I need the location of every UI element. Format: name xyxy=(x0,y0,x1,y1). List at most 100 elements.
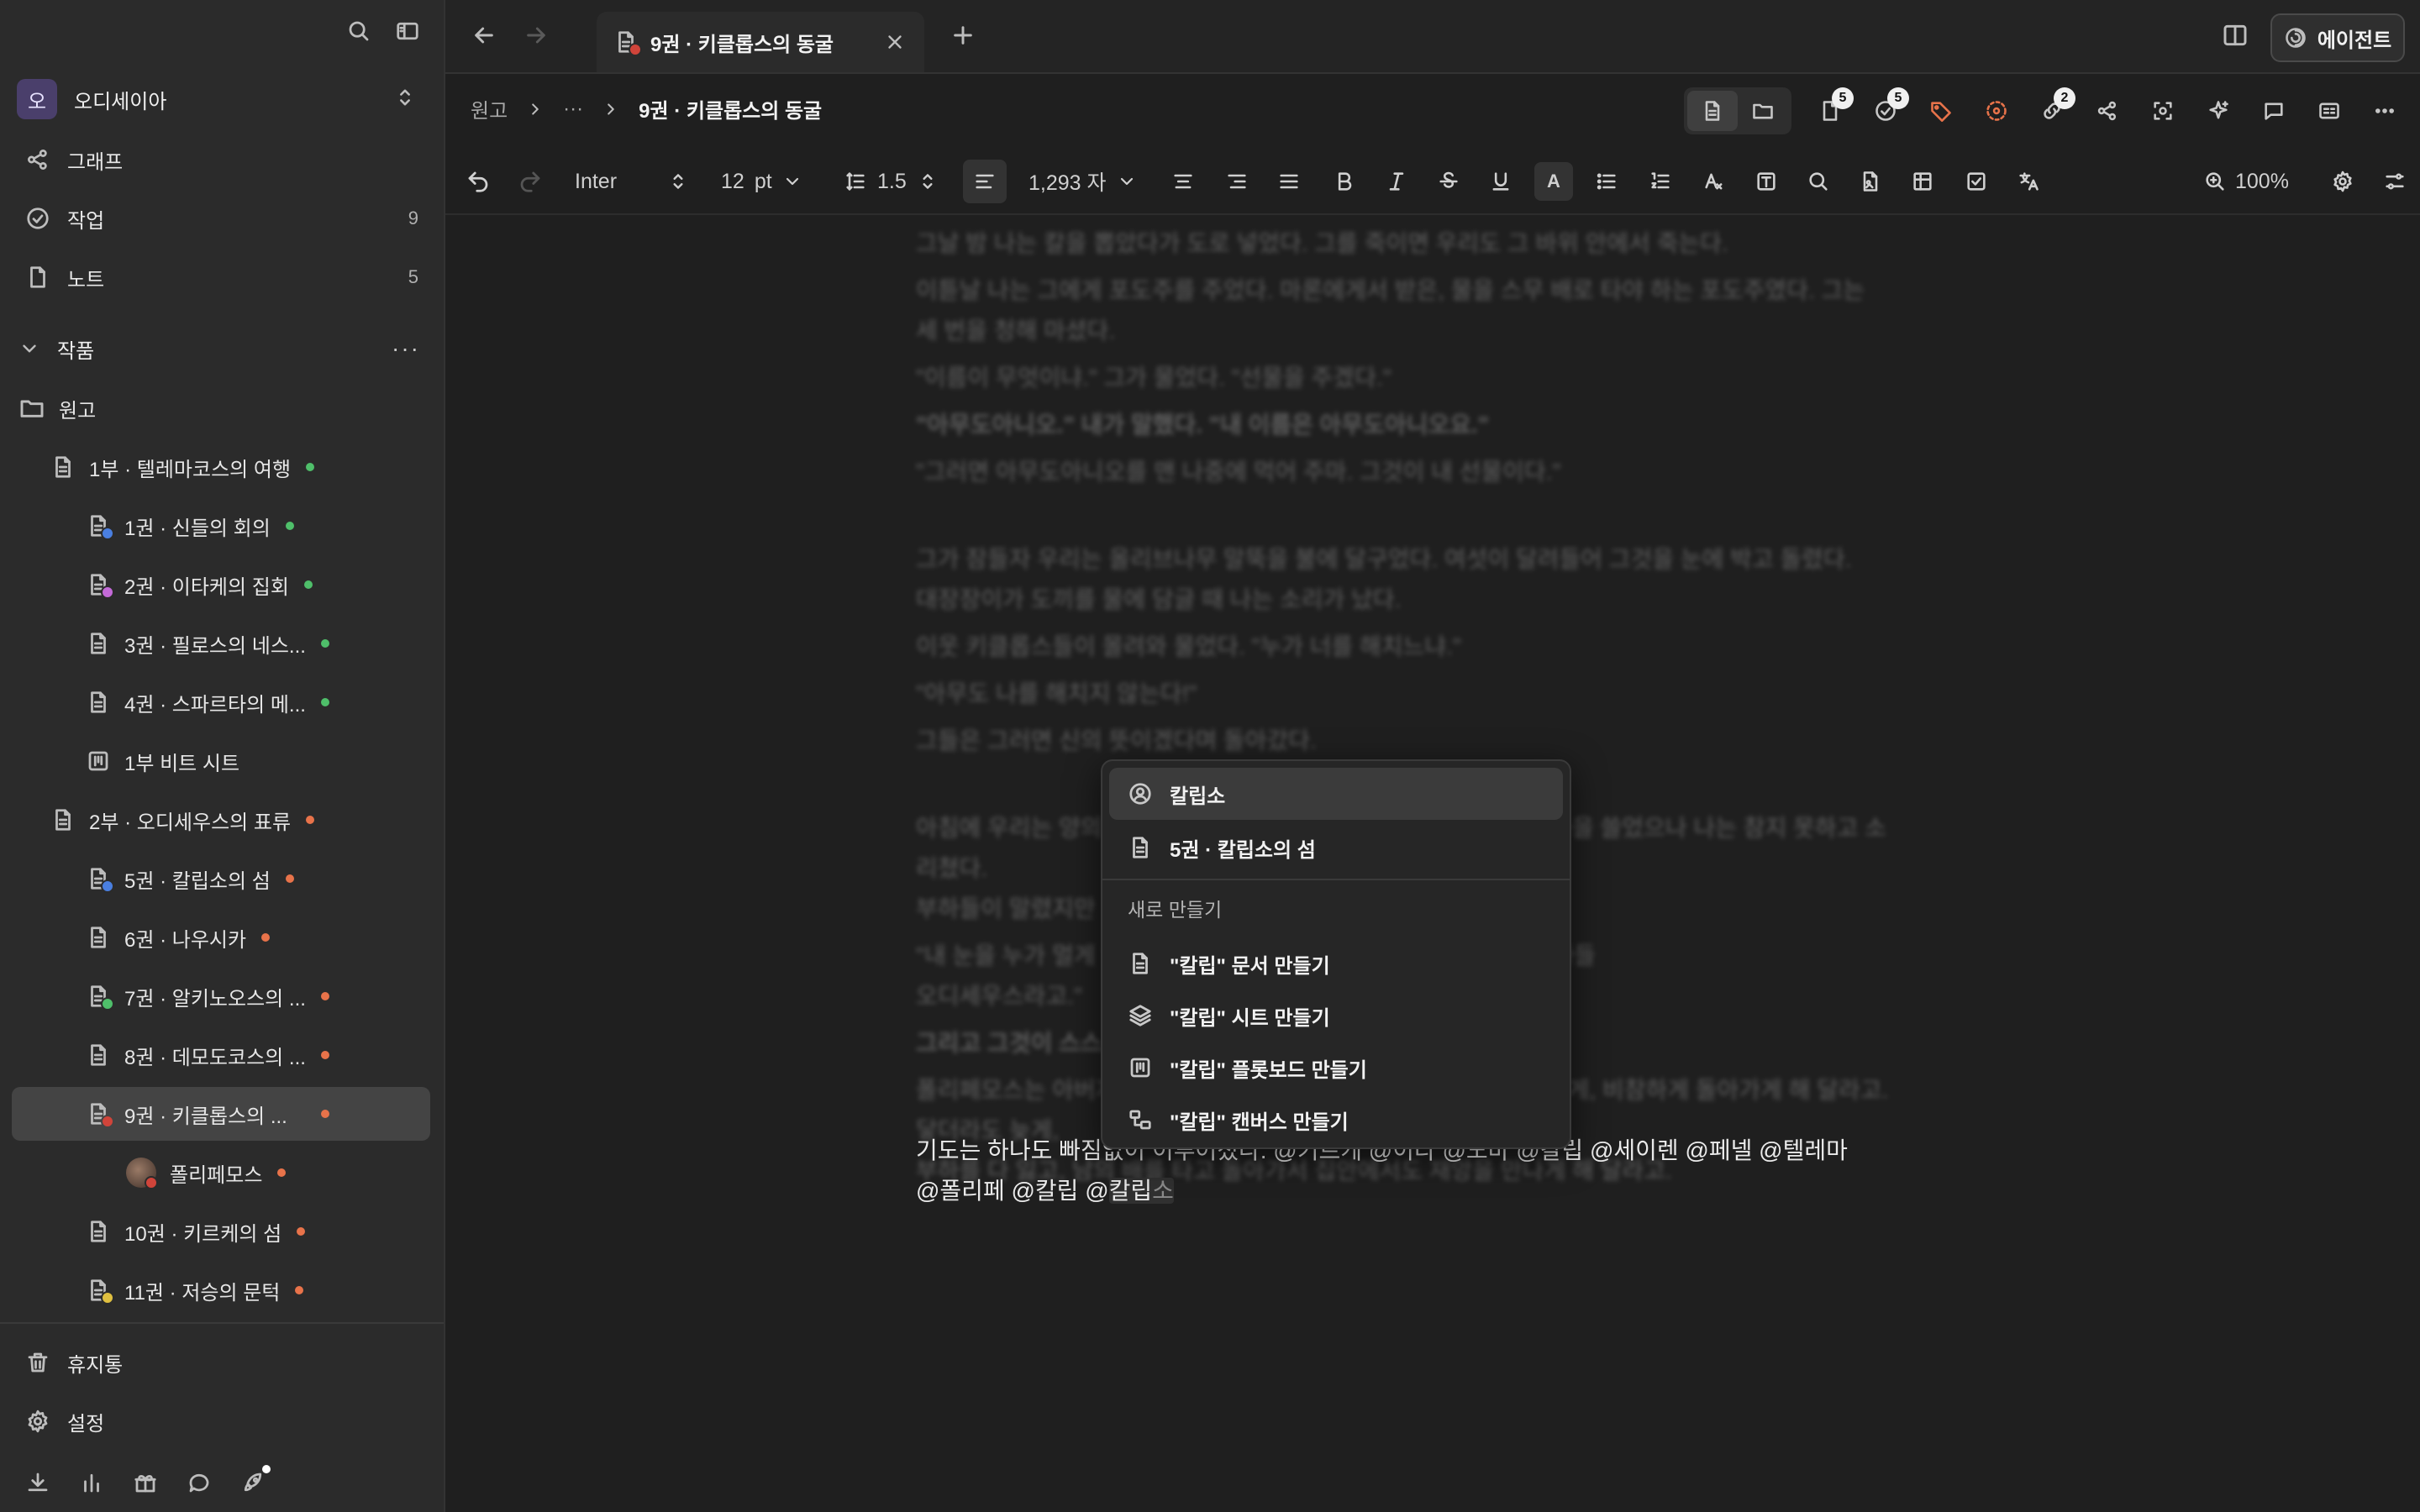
tab-active[interactable]: 9권 · 키클롭스의 동굴 xyxy=(597,12,924,72)
text-line: 대장장이가 도끼를 물에 담글 때 나는 소리가 났다. xyxy=(916,586,1402,612)
more-icon[interactable] xyxy=(2368,91,2402,131)
tree-item[interactable]: 3권 · 필로스의 네스... xyxy=(86,617,504,670)
tasks-check-icon[interactable]: 5 xyxy=(1869,87,1909,131)
status-dot xyxy=(277,1168,287,1177)
split-view-icon[interactable] xyxy=(2222,22,2249,49)
graph-icon[interactable] xyxy=(2091,91,2124,131)
tree-item-manuscript[interactable]: 원고 xyxy=(18,381,437,435)
tree-item[interactable]: 10권 · 키르케의 섬 xyxy=(86,1205,504,1258)
comment-icon[interactable] xyxy=(2257,91,2291,131)
font-size-select[interactable]: 12 pt xyxy=(721,150,802,213)
stats-icon[interactable] xyxy=(79,1470,104,1495)
tree-item[interactable]: 1부 · 텔레마코스의 여행 xyxy=(50,440,469,494)
tree-item[interactable]: 8권 · 데모도코스의 ... xyxy=(86,1028,504,1082)
sidebar-item-graph[interactable]: 그래프 xyxy=(25,136,420,183)
id-card-icon[interactable] xyxy=(2312,91,2346,131)
tree-item[interactable]: 11권 · 저승의 문턱 xyxy=(86,1263,504,1317)
search-icon[interactable] xyxy=(346,18,371,44)
create-plotboard-item[interactable]: "칼립" 플롯보드 만들기 xyxy=(1109,1042,1563,1094)
more-icon[interactable]: ··· xyxy=(392,335,420,362)
create-sheet-item[interactable]: "칼립" 시트 만들기 xyxy=(1109,990,1563,1042)
status-circle-icon[interactable] xyxy=(1980,91,2013,131)
word-count-select[interactable]: 1,293 자 xyxy=(1028,150,1137,213)
sidebar-item-notes[interactable]: 노트 5 xyxy=(25,254,420,301)
align-center-icon[interactable] xyxy=(1171,150,1195,213)
document-icon xyxy=(86,984,114,1011)
document-icon xyxy=(1128,951,1153,976)
autocomplete-label: "칼립" 시트 만들기 xyxy=(1170,1006,1330,1030)
underline-icon[interactable] xyxy=(1489,150,1512,213)
gear-icon[interactable] xyxy=(2331,150,2354,213)
tag-icon[interactable] xyxy=(1924,91,1958,131)
folder-view-icon[interactable] xyxy=(1738,91,1788,131)
tree-item[interactable]: 4권 · 스파르타의 메... xyxy=(86,675,504,729)
line-height-icon xyxy=(846,172,865,191)
image-doc-icon[interactable] xyxy=(1859,150,1882,213)
italic-icon[interactable] xyxy=(1385,150,1408,213)
gift-icon[interactable] xyxy=(133,1470,158,1495)
text-line: "이름이 무엇이냐." 그가 물었다. "선물을 주겠다." xyxy=(916,365,1392,391)
tree-item[interactable]: 1권 · 신들의 회의 xyxy=(86,499,504,553)
forward-arrow-icon[interactable] xyxy=(523,22,550,49)
autocomplete-item[interactable]: 5권 · 칼립소의 섬 xyxy=(1109,822,1563,874)
text-color-icon[interactable]: A xyxy=(1534,162,1573,201)
align-right-icon[interactable] xyxy=(1225,150,1249,213)
tree-item-label: 1권 · 신들의 회의 xyxy=(124,517,271,540)
sidebar-item-label: 노트 xyxy=(67,268,105,291)
agent-button[interactable]: 에이전트 xyxy=(2270,13,2405,62)
bold-icon[interactable] xyxy=(1333,150,1356,213)
download-icon[interactable] xyxy=(25,1470,50,1495)
workspace-switcher[interactable]: 오 오디세이아 xyxy=(17,77,422,121)
tree-item[interactable]: 5권 · 칼립소의 섬 xyxy=(86,852,504,906)
align-left-icon[interactable] xyxy=(963,160,1007,203)
breadcrumb-ellipsis[interactable]: ··· xyxy=(563,97,583,121)
sliders-icon[interactable] xyxy=(2383,150,2407,213)
sparkle-icon[interactable] xyxy=(2202,91,2235,131)
redo-icon[interactable] xyxy=(518,150,543,213)
text-box-icon[interactable] xyxy=(1754,150,1778,213)
document-view-icon[interactable] xyxy=(1687,91,1738,131)
breadcrumb-root[interactable]: 원고 xyxy=(471,94,508,123)
strikethrough-icon[interactable] xyxy=(1437,150,1460,213)
create-canvas-item[interactable]: "칼립" 캔버스 만들기 xyxy=(1109,1094,1563,1146)
bullet-list-icon[interactable] xyxy=(1595,150,1618,213)
search-icon[interactable] xyxy=(1807,150,1830,213)
chat-icon[interactable] xyxy=(187,1470,212,1495)
back-arrow-icon[interactable] xyxy=(471,22,497,49)
sidebar-item-settings[interactable]: 설정 xyxy=(25,1398,420,1445)
autocomplete-item[interactable]: 칼립소 xyxy=(1109,768,1563,820)
zoom-control[interactable]: 100% xyxy=(2203,150,2289,213)
align-justify-icon[interactable] xyxy=(1277,150,1301,213)
tree-item[interactable]: 2권 · 이타케의 집회 xyxy=(86,558,504,612)
sidebar-item-trash[interactable]: 휴지통 xyxy=(25,1339,420,1386)
linked-docs-icon[interactable]: 5 xyxy=(1813,87,1854,131)
new-tab-icon[interactable] xyxy=(950,22,976,49)
translate-icon[interactable] xyxy=(2017,150,2040,213)
sidebar-item-tasks[interactable]: 작업 9 xyxy=(25,195,420,242)
tree-item[interactable]: 6권 · 나우시카 xyxy=(86,911,504,964)
numbered-list-icon[interactable] xyxy=(1649,150,1672,213)
tree-item[interactable]: 2부 · 오디세우스의 표류 xyxy=(50,793,469,847)
editor[interactable]: 그날 밤 나는 칼을 뽑았다가 도로 넣었다. 그를 죽이면 우리도 그 바위 … xyxy=(445,215,2420,1512)
undo-icon[interactable] xyxy=(466,150,491,213)
checkbox-icon[interactable] xyxy=(1965,150,1988,213)
view-toggle xyxy=(1684,87,1791,134)
word-count: 1,293 자 xyxy=(1028,171,1107,195)
tree-item-active[interactable]: 9권 · 키클롭스의 ... xyxy=(12,1087,430,1141)
tree-item[interactable]: 1부 비트 시트 xyxy=(86,734,504,788)
tree-item[interactable]: 7권 · 알키노오스의 ... xyxy=(86,969,504,1023)
line-height-select[interactable]: 1.5 xyxy=(844,150,939,213)
font-family-select[interactable]: Inter xyxy=(575,150,617,213)
link-icon[interactable]: 2 xyxy=(2035,87,2075,131)
focus-icon[interactable] xyxy=(2146,91,2180,131)
section-works[interactable]: 작품 ··· xyxy=(18,328,420,370)
chevron-down-icon xyxy=(18,338,40,360)
create-document-item[interactable]: "칼립" 문서 만들기 xyxy=(1109,937,1563,990)
clear-format-icon[interactable] xyxy=(1702,150,1726,213)
status-dot xyxy=(261,933,271,942)
sidebar-toggle-icon[interactable] xyxy=(395,18,420,44)
close-icon[interactable] xyxy=(884,31,906,53)
table-icon[interactable] xyxy=(1911,150,1934,213)
chevron-up-down-icon[interactable] xyxy=(667,150,689,213)
rocket-icon[interactable] xyxy=(240,1465,271,1495)
